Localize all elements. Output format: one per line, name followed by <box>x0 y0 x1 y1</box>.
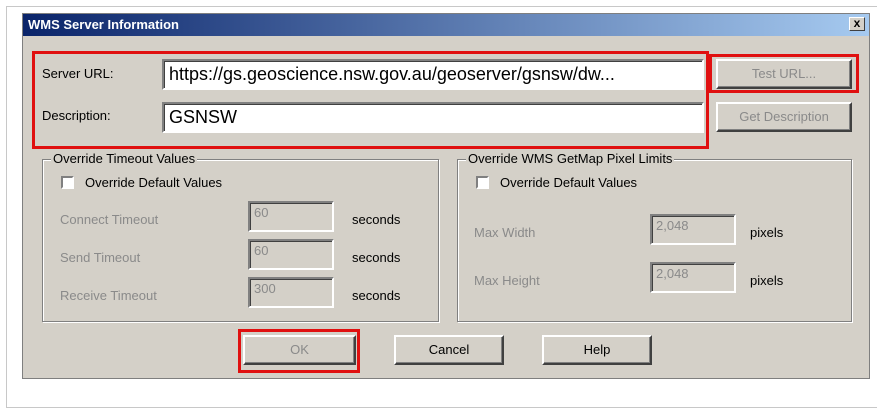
max-width-label: Max Width <box>474 225 536 240</box>
help-button[interactable]: Help <box>542 335 652 365</box>
wms-server-dialog: WMS Server Information x Server URL: htt… <box>22 13 870 379</box>
cancel-button[interactable]: Cancel <box>394 335 504 365</box>
server-url-field[interactable]: https://gs.geoscience.nsw.gov.au/geoserv… <box>162 59 704 90</box>
receive-timeout-unit: seconds <box>352 288 401 303</box>
connect-timeout-input[interactable]: 60 <box>248 201 334 232</box>
receive-timeout-label: Receive Timeout <box>60 288 157 303</box>
timeout-group: Override Timeout Values Override Default… <box>42 151 439 322</box>
timeout-override-label: Override Default Values <box>85 175 223 190</box>
timeout-group-title: Override Timeout Values <box>51 151 198 166</box>
connect-timeout-unit: seconds <box>352 212 401 227</box>
close-button[interactable]: x <box>849 17 865 31</box>
title-bar: WMS Server Information x <box>23 14 869 36</box>
test-url-button[interactable]: Test URL... <box>716 59 852 89</box>
description-field[interactable]: GSNSW <box>162 102 704 133</box>
description-label: Description: <box>42 108 111 123</box>
connect-timeout-label: Connect Timeout <box>60 212 159 227</box>
max-height-input[interactable]: 2,048 <box>650 262 736 293</box>
send-timeout-label: Send Timeout <box>60 250 141 265</box>
send-timeout-unit: seconds <box>352 250 401 265</box>
server-url-label: Server URL: <box>42 66 114 81</box>
receive-timeout-input[interactable]: 300 <box>248 277 334 308</box>
timeout-override-checkbox[interactable] <box>61 176 74 189</box>
max-height-label: Max Height <box>474 273 540 288</box>
pixel-limits-group: Override WMS GetMap Pixel Limits Overrid… <box>457 151 852 322</box>
pixel-override-label: Override Default Values <box>500 175 638 190</box>
pixel-limits-group-title: Override WMS GetMap Pixel Limits <box>466 151 675 166</box>
ok-button[interactable]: OK <box>243 335 356 365</box>
send-timeout-input[interactable]: 60 <box>248 239 334 270</box>
pixel-override-checkbox[interactable] <box>476 176 489 189</box>
dialog-title: WMS Server Information <box>28 17 179 32</box>
get-description-button[interactable]: Get Description <box>716 102 852 132</box>
max-width-unit: pixels <box>750 225 784 240</box>
max-width-input[interactable]: 2,048 <box>650 214 736 245</box>
max-height-unit: pixels <box>750 273 784 288</box>
